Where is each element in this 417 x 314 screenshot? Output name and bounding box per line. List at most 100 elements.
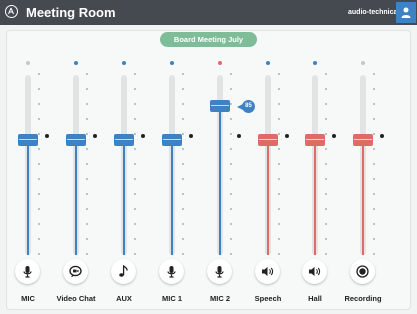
status-dot bbox=[218, 61, 222, 65]
speech-mute-button[interactable] bbox=[255, 259, 280, 284]
unity-marker bbox=[189, 133, 193, 138]
scale-tick bbox=[373, 253, 375, 255]
fader-knob[interactable] bbox=[210, 100, 230, 113]
scale-tick bbox=[38, 163, 40, 165]
scale-tick bbox=[278, 88, 280, 90]
mic-2-mute-button[interactable] bbox=[207, 259, 232, 284]
channel-mic-2: 85 MIC 2 bbox=[200, 0, 255, 314]
channel-label: Recording bbox=[344, 294, 382, 303]
fader-knob-grip bbox=[163, 138, 181, 140]
mic-1-mute-button[interactable] bbox=[159, 259, 184, 284]
scale-tick bbox=[325, 178, 327, 180]
fader-knob[interactable] bbox=[258, 133, 278, 146]
scale-tick bbox=[38, 238, 40, 240]
scale-tick bbox=[325, 163, 327, 165]
scale-tick bbox=[325, 73, 327, 75]
video-chat-mute-button[interactable] bbox=[63, 259, 88, 284]
status-dot bbox=[361, 61, 365, 65]
scale-tick bbox=[38, 178, 40, 180]
fader-fill bbox=[267, 139, 269, 255]
scale-tick bbox=[182, 253, 184, 255]
scale-tick bbox=[182, 133, 184, 135]
scale-tick bbox=[278, 118, 280, 120]
user-icon bbox=[401, 7, 411, 18]
fader-scale bbox=[230, 73, 233, 255]
scale-tick bbox=[86, 193, 88, 195]
scale-tick bbox=[230, 118, 232, 120]
scale-tick bbox=[86, 118, 88, 120]
scale-tick bbox=[373, 178, 375, 180]
scale-tick bbox=[134, 103, 136, 105]
scale-tick bbox=[86, 148, 88, 150]
scale-tick bbox=[182, 163, 184, 165]
fader-knob[interactable] bbox=[305, 133, 325, 146]
scale-tick bbox=[38, 88, 40, 90]
scale-tick bbox=[134, 148, 136, 150]
unity-marker bbox=[237, 133, 241, 138]
scale-tick bbox=[373, 223, 375, 225]
scale-tick bbox=[278, 193, 280, 195]
fader-fill bbox=[171, 139, 173, 255]
scale-tick bbox=[86, 163, 88, 165]
channel-mic-1: MIC 1 bbox=[152, 0, 193, 314]
scale-tick bbox=[373, 238, 375, 240]
scale-tick bbox=[230, 238, 232, 240]
fader-knob[interactable] bbox=[114, 133, 134, 146]
status-dot bbox=[313, 61, 317, 65]
scale-tick bbox=[230, 148, 232, 150]
unity-marker bbox=[45, 133, 49, 138]
scale-tick bbox=[182, 193, 184, 195]
fader-fill bbox=[362, 139, 364, 255]
hall-mute-button[interactable] bbox=[302, 259, 327, 284]
scale-tick bbox=[278, 73, 280, 75]
scale-tick bbox=[278, 178, 280, 180]
scale-tick bbox=[86, 223, 88, 225]
scale-tick bbox=[86, 253, 88, 255]
scale-tick bbox=[230, 163, 232, 165]
fader-knob-grip bbox=[211, 105, 229, 107]
scale-tick bbox=[182, 178, 184, 180]
scale-tick bbox=[325, 133, 327, 135]
scale-tick bbox=[325, 238, 327, 240]
aux-mute-button[interactable] bbox=[111, 259, 136, 284]
fader-knob-grip bbox=[354, 138, 372, 140]
fader-knob-grip bbox=[306, 138, 324, 140]
status-dot bbox=[170, 61, 174, 65]
scale-tick bbox=[134, 88, 136, 90]
scale-tick bbox=[373, 88, 375, 90]
scale-tick bbox=[182, 73, 184, 75]
fader-knob[interactable] bbox=[353, 133, 373, 146]
scale-tick bbox=[230, 133, 232, 135]
channel-hall: Hall bbox=[295, 0, 336, 314]
scale-tick bbox=[86, 178, 88, 180]
scale-tick bbox=[325, 103, 327, 105]
recording-mute-button[interactable] bbox=[350, 259, 375, 284]
scale-tick bbox=[278, 133, 280, 135]
scale-tick bbox=[230, 103, 232, 105]
scale-tick bbox=[134, 223, 136, 225]
fader-scale bbox=[278, 73, 281, 255]
status-dot bbox=[74, 61, 78, 65]
scale-tick bbox=[325, 253, 327, 255]
status-dot bbox=[266, 61, 270, 65]
scale-tick bbox=[373, 133, 375, 135]
scale-tick bbox=[182, 88, 184, 90]
scale-tick bbox=[182, 103, 184, 105]
scale-tick bbox=[230, 73, 232, 75]
scale-tick bbox=[182, 148, 184, 150]
scale-tick bbox=[134, 208, 136, 210]
scale-tick bbox=[134, 178, 136, 180]
fader-knob[interactable] bbox=[66, 133, 86, 146]
scale-tick bbox=[38, 223, 40, 225]
scale-tick bbox=[182, 238, 184, 240]
unity-marker bbox=[141, 133, 145, 138]
scale-tick bbox=[38, 253, 40, 255]
fader-knob[interactable] bbox=[162, 133, 182, 146]
user-button[interactable] bbox=[396, 2, 416, 23]
scale-tick bbox=[86, 208, 88, 210]
fader-knob[interactable] bbox=[18, 133, 38, 146]
scale-tick bbox=[182, 208, 184, 210]
scale-tick bbox=[86, 73, 88, 75]
mic-mute-button[interactable] bbox=[15, 259, 40, 284]
fader-scale bbox=[86, 73, 89, 255]
